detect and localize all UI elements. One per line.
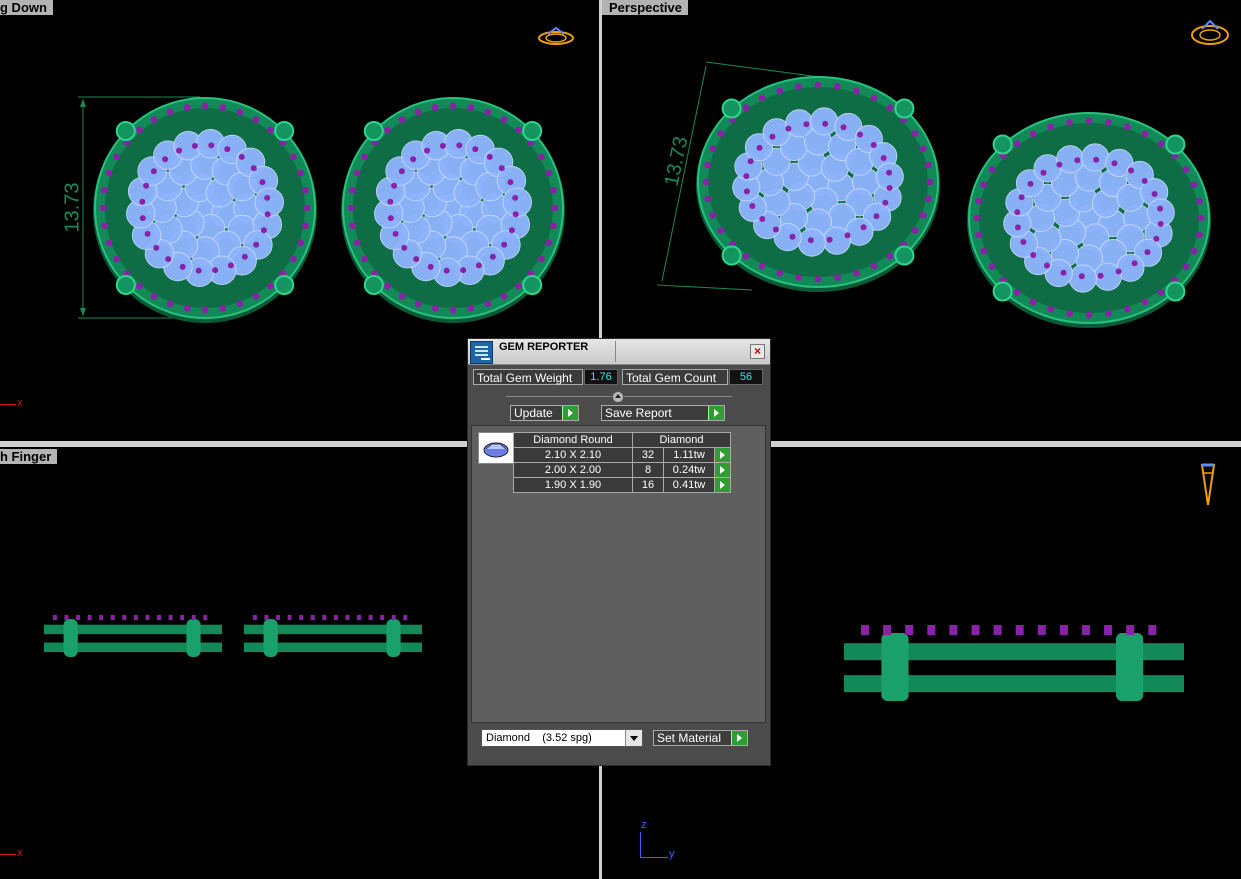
gem-weight: 0.24tw bbox=[663, 462, 715, 478]
close-button[interactable]: × bbox=[750, 344, 765, 359]
table-row[interactable]: 2.00 X 2.00 8 0.24tw bbox=[513, 462, 731, 478]
gem-size: 2.00 X 2.00 bbox=[513, 462, 633, 478]
table-row[interactable]: 2.10 X 2.10 32 1.11tw bbox=[513, 447, 731, 463]
table-header-shape: Diamond Round bbox=[513, 432, 633, 448]
set-material-button-label: Set Material bbox=[657, 731, 722, 745]
gem-size: 2.10 X 2.10 bbox=[513, 447, 633, 463]
gem-size: 1.90 X 1.90 bbox=[513, 477, 633, 493]
play-icon bbox=[562, 406, 578, 420]
set-material-button[interactable]: Set Material bbox=[653, 730, 748, 746]
titlebar-separator bbox=[615, 341, 616, 362]
axis-x-label: x bbox=[17, 847, 23, 859]
gem-weight: 0.41tw bbox=[663, 477, 715, 493]
gem-count: 8 bbox=[632, 462, 664, 478]
axis-z-line bbox=[640, 832, 641, 857]
gem-reporter-app-icon bbox=[470, 341, 493, 364]
save-report-button[interactable]: Save Report bbox=[601, 405, 725, 421]
total-gem-weight-value: 1.76 bbox=[584, 369, 618, 385]
diamond-gem-icon[interactable] bbox=[478, 432, 514, 464]
gem-table: Diamond Round Diamond 2.10 X 2.10 32 1.1… bbox=[513, 432, 731, 493]
axis-x-line bbox=[0, 404, 16, 405]
axis-z-label: z bbox=[641, 819, 647, 831]
dimension-label: 13.73 bbox=[61, 182, 84, 233]
material-select[interactable]: Diamond (3.52 spg) bbox=[481, 729, 643, 747]
gem-reporter-panel: GEM REPORTER × Total Gem Weight 1.76 Tot… bbox=[467, 338, 771, 766]
update-button[interactable]: Update bbox=[510, 405, 579, 421]
gem-count: 32 bbox=[632, 447, 664, 463]
gem-count: 16 bbox=[632, 477, 664, 493]
table-header-material: Diamond bbox=[632, 432, 731, 448]
axis-x-line bbox=[0, 854, 16, 855]
table-row[interactable]: 1.90 X 1.90 16 0.41tw bbox=[513, 477, 731, 493]
gem-reporter-titlebar[interactable]: GEM REPORTER × bbox=[468, 339, 770, 365]
gem-reporter-title: GEM REPORTER bbox=[499, 341, 589, 353]
update-button-label: Update bbox=[514, 406, 553, 420]
axis-y-label: y bbox=[669, 848, 675, 860]
collapse-toggle-button[interactable] bbox=[612, 391, 624, 403]
save-report-button-label: Save Report bbox=[605, 406, 672, 420]
axis-x-label: x bbox=[17, 397, 23, 409]
play-icon bbox=[708, 406, 724, 420]
row-play-button[interactable] bbox=[714, 477, 731, 493]
total-gem-count-label: Total Gem Count bbox=[622, 369, 728, 385]
row-play-button[interactable] bbox=[714, 462, 731, 478]
row-play-button[interactable] bbox=[714, 447, 731, 463]
total-gem-count-value: 56 bbox=[729, 369, 763, 385]
play-icon bbox=[731, 731, 747, 745]
chevron-down-icon[interactable] bbox=[625, 730, 642, 746]
material-select-value: Diamond (3.52 spg) bbox=[486, 732, 592, 744]
gem-weight: 1.11tw bbox=[663, 447, 715, 463]
total-gem-weight-label: Total Gem Weight bbox=[473, 369, 583, 385]
axis-y-line bbox=[640, 857, 668, 858]
